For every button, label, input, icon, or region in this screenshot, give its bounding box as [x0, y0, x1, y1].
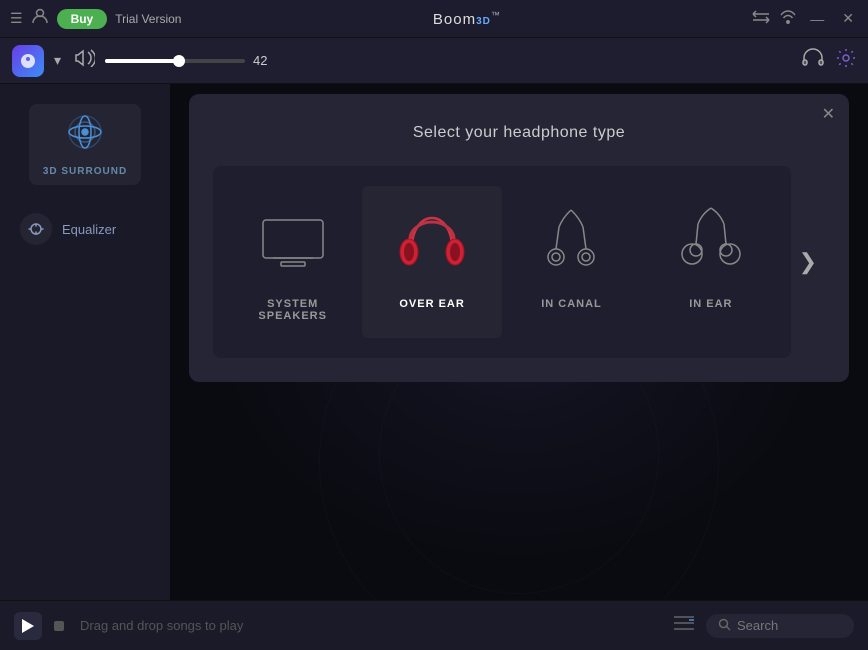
3d-surround-icon — [65, 112, 105, 160]
in-canal-label: IN CANAL — [541, 298, 602, 310]
modal-close-button[interactable]: ✕ — [822, 104, 835, 124]
modal-title: Select your headphone type — [213, 124, 825, 142]
search-icon — [718, 618, 731, 634]
volume-control[interactable]: 42 — [105, 53, 792, 68]
system-speakers-icon — [253, 202, 333, 282]
volume-slider[interactable] — [105, 59, 245, 63]
close-button[interactable]: ✕ — [838, 10, 858, 27]
drag-drop-hint: Drag and drop songs to play — [80, 618, 662, 633]
sidebar: 3D SURROUND Equalizer — [0, 84, 170, 600]
equalizer-label: Equalizer — [62, 222, 116, 237]
option-in-ear[interactable]: IN EAR — [641, 186, 780, 338]
equalizer-icon — [20, 213, 52, 245]
content-area: My Windows PC This equalizer presethas b… — [170, 84, 868, 600]
settings-icon[interactable] — [836, 48, 856, 73]
play-button[interactable] — [14, 612, 42, 640]
search-box[interactable]: Search — [706, 614, 854, 638]
trial-version-label: Trial Version — [115, 12, 181, 26]
mini-album-art — [54, 621, 64, 631]
next-arrow-button[interactable]: ❯ — [791, 249, 825, 275]
hamburger-icon[interactable]: ☰ — [10, 10, 23, 27]
main-area: 3D SURROUND Equalizer My Windows PC This… — [0, 84, 868, 600]
option-over-ear[interactable]: OVER EAR — [362, 186, 501, 338]
app-logo — [12, 45, 44, 77]
modal-overlay: ✕ Select your headphone type — [170, 84, 868, 600]
toolbar-right — [802, 48, 856, 73]
headphone-icon[interactable] — [802, 48, 824, 73]
headphone-options-grid: SYSTEM SPEAKERS — [213, 166, 791, 358]
user-icon[interactable] — [31, 7, 49, 30]
sidebar-item-equalizer[interactable]: Equalizer — [0, 205, 170, 253]
dropdown-arrow-icon[interactable]: ▾ — [54, 52, 61, 69]
buy-button[interactable]: Buy — [57, 9, 108, 29]
volume-value: 42 — [253, 53, 277, 68]
title-bar-right: — ✕ — [752, 10, 858, 27]
option-in-canal[interactable]: IN CANAL — [502, 186, 641, 338]
toolbar: ▾ 42 — [0, 38, 868, 84]
title-bar: ☰ Buy Trial Version Boom3D™ — ✕ — [0, 0, 868, 38]
search-placeholder[interactable]: Search — [737, 618, 778, 633]
speaker-icon[interactable] — [75, 49, 95, 72]
option-system-speakers[interactable]: SYSTEM SPEAKERS — [223, 186, 362, 338]
title-bar-left: ☰ Buy Trial Version — [10, 7, 181, 30]
in-ear-label: IN EAR — [689, 298, 732, 310]
bottom-bar: Drag and drop songs to play Search — [0, 600, 868, 650]
over-ear-icon — [392, 202, 472, 282]
minimize-button[interactable]: — — [806, 11, 828, 27]
headphone-type-modal: ✕ Select your headphone type — [189, 94, 849, 382]
connect-icon[interactable] — [752, 10, 770, 27]
in-ear-icon — [676, 202, 746, 282]
music-list-icon[interactable] — [674, 615, 694, 636]
wifi-icon[interactable] — [780, 10, 796, 27]
system-speakers-label: SYSTEM SPEAKERS — [233, 298, 352, 322]
in-canal-icon — [541, 202, 601, 282]
sidebar-item-3d-surround[interactable]: 3D SURROUND — [29, 104, 141, 185]
3d-surround-label: 3D SURROUND — [43, 166, 127, 177]
over-ear-label: OVER EAR — [399, 298, 464, 310]
app-title: Boom3D™ — [191, 10, 742, 28]
